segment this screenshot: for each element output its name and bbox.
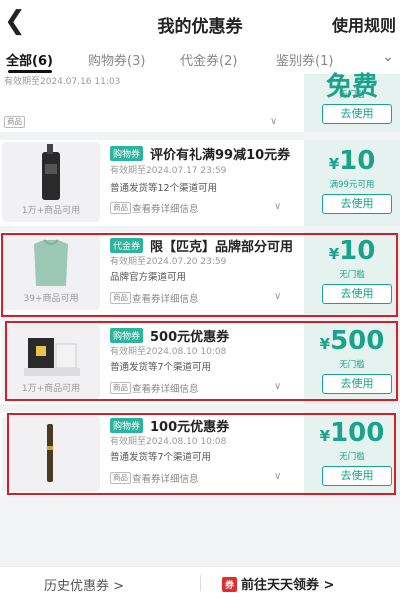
highlight-box <box>1 233 398 317</box>
coupon-condition: 无门槛 <box>339 90 365 100</box>
coupon-condition: 满99元可用 <box>329 180 375 190</box>
coupon-detail-link[interactable]: 查看券详细信息 <box>132 201 199 215</box>
highlight-box <box>5 321 398 401</box>
coupon-amount: ¥10 <box>328 146 376 176</box>
chevron-down-icon[interactable]: ∨ <box>270 116 277 127</box>
coupon-channel: 普通发货等12个渠道可用 <box>110 183 218 194</box>
coupon-valid-until: 有效期至2024.07.16 11:03 <box>4 77 121 87</box>
coupon-tag: 商品 <box>4 116 25 128</box>
coupon-value-panel: ¥10 满99元可用 去使用 <box>304 140 400 226</box>
tab-cash-vouchers[interactable]: 代金券(2) <box>180 50 237 69</box>
top-bar: ❮ 我的优惠券 使用规则 <box>0 0 400 44</box>
coupon-card[interactable]: 1万+商品可用 购物券 评价有礼满99减10元券 有效期至2024.07.17 … <box>0 140 400 226</box>
tab-shopping-coupons[interactable]: 购物券(3) <box>88 50 145 69</box>
coupon-valid-until: 有效期至2024.07.17 23:59 <box>110 166 227 176</box>
product-thumbnail: 1万+商品可用 <box>2 142 100 222</box>
coupon-tag: 商品 <box>110 202 131 214</box>
product-image <box>42 144 60 200</box>
get-coupons-label: 前往天天领券 > <box>241 578 335 593</box>
product-count: 1万+商品可用 <box>21 206 81 216</box>
tab-all[interactable]: 全部(6) <box>6 50 53 69</box>
coupon-card[interactable]: 有效期至2024.07.16 11:03 商品 ∨ 免费 无门槛 去使用 <box>0 72 400 132</box>
history-coupons-link[interactable]: 历史优惠券 > <box>44 575 124 594</box>
tab-active-indicator <box>8 70 52 73</box>
use-coupon-button[interactable]: 去使用 <box>322 194 392 214</box>
coupon-type-badge: 购物券 <box>110 146 144 161</box>
usage-rules-link[interactable]: 使用规则 <box>332 12 396 36</box>
chevron-down-icon[interactable]: ⌄ <box>382 49 394 65</box>
use-coupon-button[interactable]: 去使用 <box>322 104 392 124</box>
highlight-box <box>7 413 396 495</box>
get-coupons-link[interactable]: 券前往天天领券 > <box>222 574 334 593</box>
coupon-title: 评价有礼满99减10元券 <box>150 148 291 163</box>
divider <box>200 575 201 591</box>
bottom-bar: 历史优惠券 > 券前往天天领券 > <box>0 566 400 598</box>
ticket-icon: 券 <box>222 577 238 592</box>
chevron-down-icon[interactable]: ∨ <box>274 201 281 212</box>
coupon-value-panel: 免费 无门槛 去使用 <box>304 72 400 132</box>
